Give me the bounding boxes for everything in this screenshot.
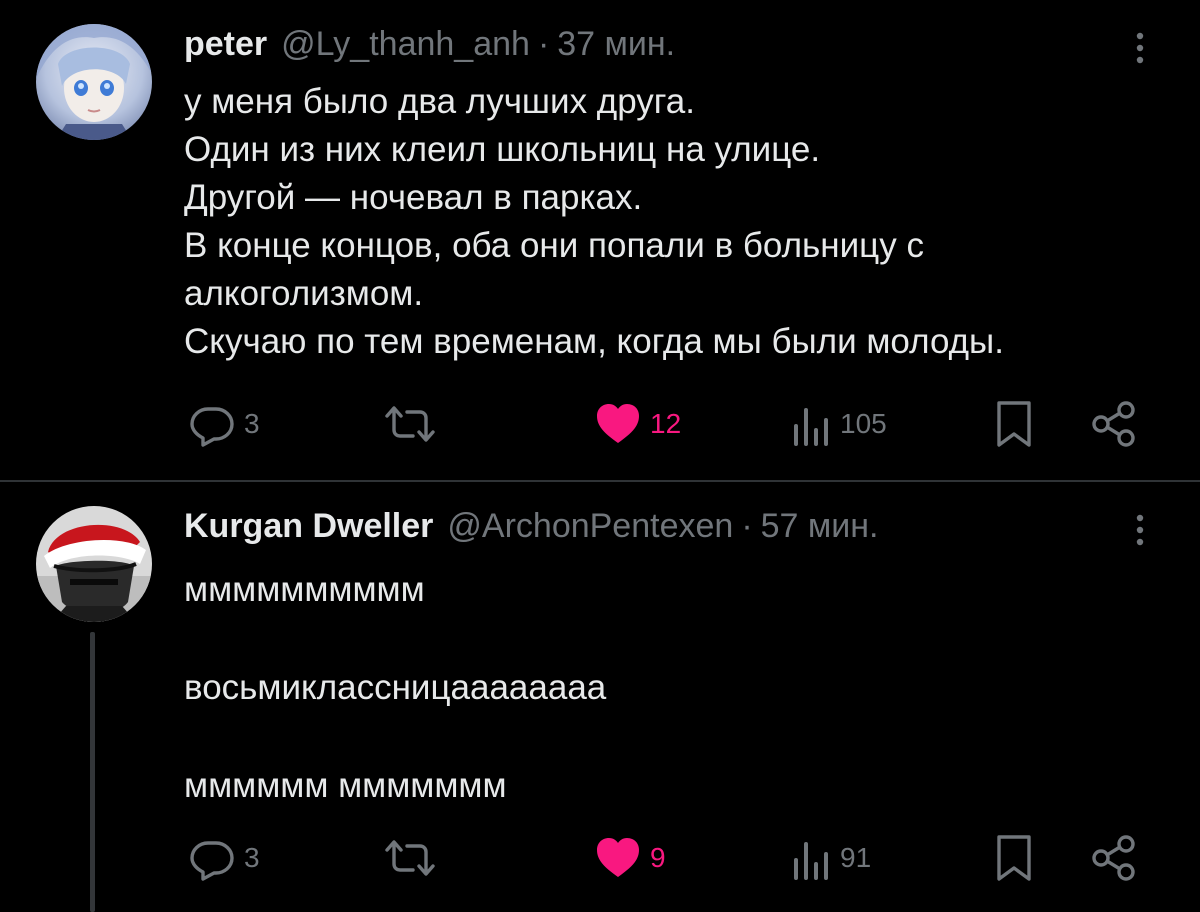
reply-count: 3	[244, 842, 260, 873]
share-button[interactable]	[1090, 828, 1138, 888]
views-count: 105	[840, 408, 887, 439]
share-icon	[1090, 400, 1138, 448]
views-button[interactable]: 105	[792, 394, 887, 454]
post[interactable]: peter @Ly_thanh_anh · 37 мин. у меня был…	[0, 0, 1200, 480]
more-vertical-icon[interactable]	[1128, 30, 1152, 70]
bookmark-button[interactable]	[994, 394, 1034, 454]
more-vertical-icon[interactable]	[1128, 512, 1152, 552]
like-count: 9	[650, 842, 666, 873]
separator: ·	[537, 25, 550, 63]
reply-count: 3	[244, 408, 260, 439]
text-line: Один из них клеил школьниц на улице.	[184, 130, 821, 169]
author-handle[interactable]: @ArchonPentexen	[447, 504, 733, 548]
repost-icon	[384, 834, 436, 882]
text-line: алкоголизмом.	[184, 274, 424, 313]
action-bar: 3 9 91	[0, 828, 1200, 888]
post-time[interactable]: 37 мин.	[557, 22, 675, 66]
reply-icon	[188, 834, 236, 882]
bookmark-button[interactable]	[994, 828, 1034, 888]
post-text: у меня было два лучших друга. Один из ни…	[184, 78, 1144, 366]
share-button[interactable]	[1090, 394, 1138, 454]
reply-button[interactable]: 3	[188, 828, 260, 888]
reply-icon	[188, 400, 236, 448]
bookmark-icon	[994, 832, 1034, 884]
heart-icon	[594, 834, 642, 882]
author-name[interactable]: peter	[184, 22, 267, 66]
text-line: мммммм ммммммм	[184, 766, 507, 805]
repost-icon	[384, 400, 436, 448]
share-icon	[1090, 834, 1138, 882]
author-name[interactable]: Kurgan Dweller	[184, 504, 433, 548]
post-time[interactable]: 57 мин.	[761, 504, 879, 548]
heart-icon	[594, 400, 642, 448]
avatar[interactable]	[36, 24, 152, 140]
repost-button[interactable]	[384, 828, 436, 888]
avatar[interactable]	[36, 506, 152, 622]
views-icon	[792, 400, 832, 448]
author-handle[interactable]: @Ly_thanh_anh	[281, 22, 530, 66]
text-line: В конце концов, оба они попали в больниц…	[184, 226, 924, 265]
action-bar: 3 12 105	[0, 394, 1200, 454]
views-button[interactable]: 91	[792, 828, 871, 888]
separator: ·	[741, 507, 753, 545]
reply-button[interactable]: 3	[188, 394, 260, 454]
post-text: мммммммммм восьмиклассницаааааааа мммммм…	[184, 566, 1144, 810]
text-line: мммммммммм	[184, 570, 425, 609]
text-line: восьмиклассницаааааааа	[184, 668, 607, 707]
text-line: Другой — ночевал в парках.	[184, 178, 643, 217]
post-header: Kurgan Dweller @ArchonPentexen · 57 мин.	[184, 504, 879, 548]
text-line: у меня было два лучших друга.	[184, 82, 695, 121]
like-count: 12	[650, 408, 682, 439]
like-button[interactable]: 9	[594, 828, 666, 888]
bookmark-icon	[994, 398, 1034, 450]
text-line: Скучаю по тем временам, когда мы были мо…	[184, 322, 1004, 361]
views-icon	[792, 834, 832, 882]
post-header: peter @Ly_thanh_anh · 37 мин.	[184, 22, 675, 66]
repost-button[interactable]	[384, 394, 436, 454]
views-count: 91	[840, 842, 872, 873]
like-button[interactable]: 12	[594, 394, 681, 454]
